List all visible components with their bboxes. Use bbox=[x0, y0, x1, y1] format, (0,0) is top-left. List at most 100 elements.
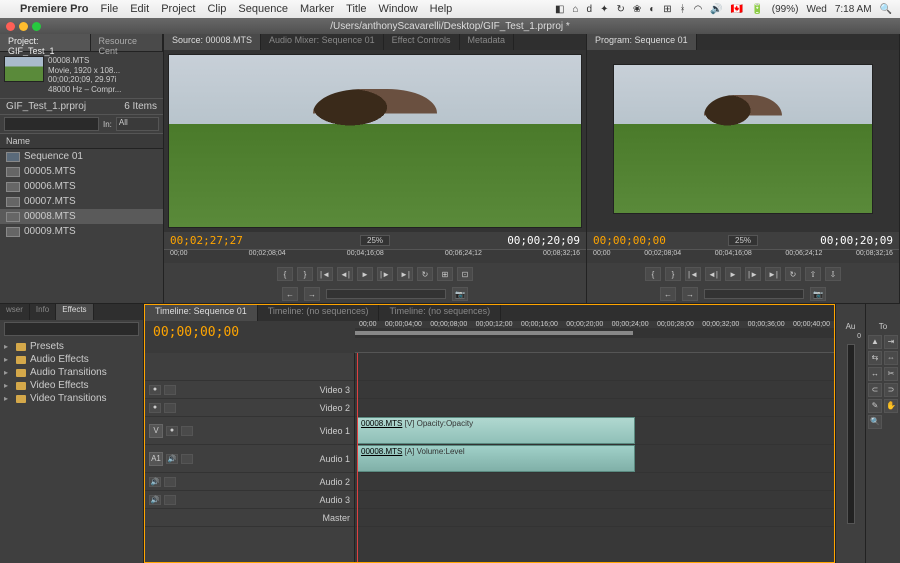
selection-tool[interactable]: ▲ bbox=[868, 335, 882, 349]
bin-item-clip[interactable]: 00006.MTS bbox=[0, 179, 163, 194]
menubar-icon[interactable]: ✦ bbox=[600, 4, 608, 15]
timeline-tracks-area[interactable]: 00008.MTS [V] Opacity:Opacity 00008.MTS … bbox=[355, 353, 834, 562]
program-in-timecode[interactable]: 00;00;00;00 bbox=[593, 234, 666, 247]
tab-timeline-empty[interactable]: Timeline: (no sequences) bbox=[258, 305, 380, 321]
track-header-a3[interactable]: 🔊Audio 3 bbox=[145, 491, 354, 509]
menubar-icon[interactable]: ⊞ bbox=[663, 4, 671, 15]
pen-tool[interactable]: ✎ bbox=[868, 399, 882, 413]
track-v1[interactable]: 00008.MTS [V] Opacity:Opacity bbox=[355, 417, 834, 445]
menu-help[interactable]: Help bbox=[430, 3, 453, 15]
fx-folder-presets[interactable]: ▸Presets bbox=[0, 340, 143, 353]
speaker-toggle[interactable]: 🔊 bbox=[149, 477, 161, 487]
step-back-button[interactable]: ◄| bbox=[705, 267, 721, 281]
lock-toggle[interactable] bbox=[164, 403, 176, 413]
program-time-ruler[interactable]: 00;00 00;02;08;04 00;04;16;08 00;06;24;1… bbox=[587, 249, 899, 263]
bin-item-sequence[interactable]: Sequence 01 bbox=[0, 149, 163, 164]
menu-sequence[interactable]: Sequence bbox=[238, 3, 288, 15]
app-name[interactable]: Premiere Pro bbox=[20, 3, 88, 15]
lock-toggle[interactable] bbox=[164, 385, 176, 395]
tab-timeline-sequence[interactable]: Timeline: Sequence 01 bbox=[145, 305, 258, 321]
close-button[interactable] bbox=[6, 22, 15, 31]
play-button[interactable]: ► bbox=[357, 267, 373, 281]
tools-tab[interactable]: To bbox=[866, 320, 900, 333]
menubar-icon[interactable]: ❀ bbox=[633, 4, 641, 15]
source-zoom-dropdown[interactable]: 25% bbox=[360, 235, 390, 246]
track-header-a1[interactable]: A1🔊Audio 1 bbox=[145, 445, 354, 473]
fx-folder-video-transitions[interactable]: ▸Video Transitions bbox=[0, 392, 143, 405]
volume-icon[interactable]: 🔊 bbox=[710, 4, 722, 15]
source-in-timecode[interactable]: 00;02;27;27 bbox=[170, 234, 243, 247]
tab-source[interactable]: Source: 00008.MTS bbox=[164, 34, 261, 50]
track-a1[interactable]: 00008.MTS [A] Volume:Level bbox=[355, 445, 834, 473]
loop-button[interactable]: ↻ bbox=[785, 267, 801, 281]
tab-project[interactable]: Project: GIF_Test_1 bbox=[0, 34, 91, 51]
bin-item-clip[interactable]: 00009.MTS bbox=[0, 224, 163, 239]
tab-browser[interactable]: wser bbox=[0, 304, 30, 320]
tab-audio-mixer[interactable]: Audio Mixer: Sequence 01 bbox=[261, 34, 384, 50]
zoom-button[interactable] bbox=[32, 22, 41, 31]
column-header-name[interactable]: Name bbox=[0, 133, 163, 149]
menubar-icon[interactable]: ↻ bbox=[616, 4, 624, 15]
wifi-icon[interactable]: ◠ bbox=[694, 4, 703, 15]
go-to-in-button[interactable]: |◄ bbox=[317, 267, 333, 281]
eye-toggle[interactable]: ● bbox=[149, 403, 161, 413]
audio-clip[interactable]: 00008.MTS [A] Volume:Level bbox=[357, 445, 635, 472]
rate-stretch-tool[interactable]: ↔ bbox=[868, 367, 882, 381]
video-clip[interactable]: 00008.MTS [V] Opacity:Opacity bbox=[357, 417, 635, 444]
audio-tab[interactable]: Au bbox=[836, 320, 865, 333]
insert-button[interactable]: ⊞ bbox=[437, 267, 453, 281]
lock-toggle[interactable] bbox=[164, 477, 176, 487]
go-to-out-button[interactable]: ►| bbox=[397, 267, 413, 281]
tab-effect-controls[interactable]: Effect Controls bbox=[384, 34, 460, 50]
source-video-display[interactable] bbox=[168, 54, 582, 228]
track-header-v3[interactable]: ●Video 3 bbox=[145, 381, 354, 399]
bluetooth-icon[interactable]: ᚼ bbox=[680, 4, 686, 15]
tab-effects[interactable]: Effects bbox=[56, 304, 93, 320]
menubar-icon[interactable]: ◧ bbox=[555, 4, 564, 15]
mark-out-button[interactable]: } bbox=[665, 267, 681, 281]
timeline-ruler[interactable]: 00;00 00;00;04;00 00;00;08;00 00;00;12;0… bbox=[355, 321, 834, 353]
track-a3[interactable] bbox=[355, 491, 834, 509]
go-to-out-button[interactable]: ►| bbox=[765, 267, 781, 281]
speaker-toggle[interactable]: 🔊 bbox=[166, 454, 178, 464]
step-forward-button[interactable]: |► bbox=[377, 267, 393, 281]
overwrite-button[interactable]: ⊡ bbox=[457, 267, 473, 281]
tab-info[interactable]: Info bbox=[30, 304, 56, 320]
extract-button[interactable]: ⇩ bbox=[825, 267, 841, 281]
lock-toggle[interactable] bbox=[164, 495, 176, 505]
program-video-display[interactable] bbox=[613, 64, 873, 214]
bin-item-clip[interactable]: 00005.MTS bbox=[0, 164, 163, 179]
menu-clip[interactable]: Clip bbox=[207, 3, 226, 15]
flag-icon[interactable]: 🇨🇦 bbox=[731, 4, 743, 15]
menu-window[interactable]: Window bbox=[379, 3, 418, 15]
mark-out-button[interactable]: } bbox=[297, 267, 313, 281]
timeline-timecode[interactable]: 00;00;00;00 bbox=[153, 325, 239, 340]
lock-toggle[interactable] bbox=[181, 426, 193, 436]
menubar-icon[interactable]: d bbox=[587, 4, 593, 15]
track-header-v1[interactable]: V●Video 1 bbox=[145, 417, 354, 445]
tab-timeline-empty[interactable]: Timeline: (no sequences) bbox=[379, 305, 501, 321]
hand-tool[interactable]: ✋ bbox=[884, 399, 898, 413]
track-target-a[interactable]: A1 bbox=[149, 452, 163, 466]
program-out-timecode[interactable]: 00;00;20;09 bbox=[820, 234, 893, 247]
tab-program[interactable]: Program: Sequence 01 bbox=[587, 34, 697, 50]
track-master[interactable] bbox=[355, 509, 834, 527]
track-target-v[interactable]: V bbox=[149, 424, 163, 438]
program-zoom-dropdown[interactable]: 25% bbox=[728, 235, 758, 246]
menu-marker[interactable]: Marker bbox=[300, 3, 334, 15]
menu-edit[interactable]: Edit bbox=[130, 3, 149, 15]
zoom-tool[interactable]: 🔍 bbox=[868, 415, 882, 429]
menu-file[interactable]: File bbox=[100, 3, 118, 15]
minimize-button[interactable] bbox=[19, 22, 28, 31]
bin-item-clip[interactable]: 00008.MTS bbox=[0, 209, 163, 224]
spotlight-icon[interactable]: 🔍 bbox=[880, 4, 892, 15]
mark-in-button[interactable]: { bbox=[645, 267, 661, 281]
mark-in-button[interactable]: { bbox=[277, 267, 293, 281]
track-v3[interactable] bbox=[355, 381, 834, 399]
track-v2[interactable] bbox=[355, 399, 834, 417]
eye-toggle[interactable]: ● bbox=[166, 426, 178, 436]
fx-folder-audio-effects[interactable]: ▸Audio Effects bbox=[0, 353, 143, 366]
next-button[interactable]: → bbox=[682, 287, 698, 301]
track-a2[interactable] bbox=[355, 473, 834, 491]
tab-metadata[interactable]: Metadata bbox=[460, 34, 515, 50]
